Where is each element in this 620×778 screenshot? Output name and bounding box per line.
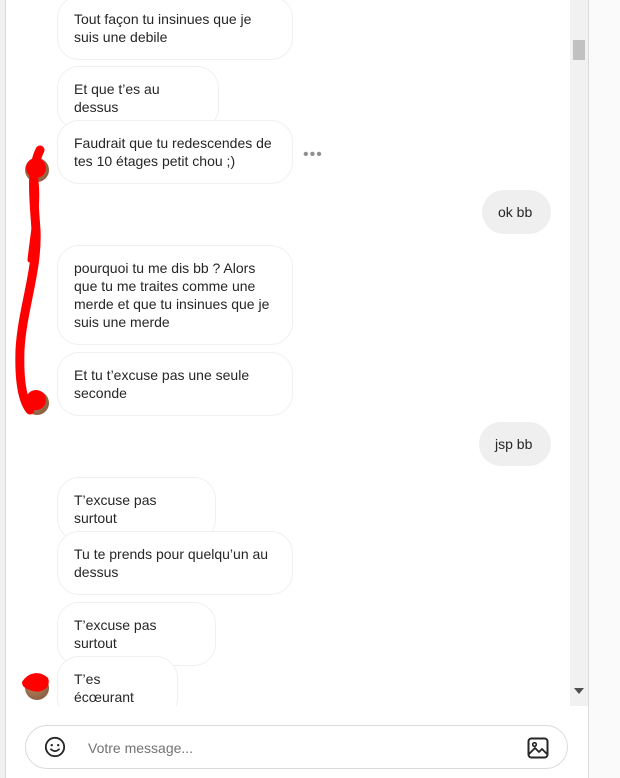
incoming-message: Et tu t’excuse pas une seule seconde bbox=[57, 352, 293, 416]
message-input[interactable] bbox=[86, 736, 510, 760]
incoming-message: Tout façon tu insinues que je suis une d… bbox=[57, 0, 293, 60]
scroll-down-arrow-icon[interactable] bbox=[574, 688, 584, 694]
contact-avatar[interactable] bbox=[25, 676, 49, 700]
more-horizontal-icon[interactable]: ••• bbox=[303, 146, 323, 164]
contact-avatar[interactable] bbox=[25, 391, 49, 415]
outgoing-message: jsp bb bbox=[479, 422, 551, 466]
emoji-icon[interactable] bbox=[44, 736, 66, 758]
message-thread[interactable]: Tout façon tu insinues que je suis une d… bbox=[5, 0, 570, 706]
incoming-message: pourquoi tu me dis bb ? Alors que tu me … bbox=[57, 245, 293, 345]
contact-avatar[interactable] bbox=[25, 158, 49, 182]
image-icon[interactable] bbox=[526, 736, 550, 760]
outgoing-message: ok bb bbox=[482, 190, 551, 234]
incoming-message: Faudrait que tu redescendes de tes 10 ét… bbox=[57, 120, 293, 184]
incoming-message: Tu te prends pour quelqu’un au dessus bbox=[57, 531, 293, 595]
scroll-thumb[interactable] bbox=[573, 40, 585, 60]
side-panel-edge bbox=[588, 0, 620, 778]
thread-scrollbar[interactable] bbox=[570, 0, 588, 706]
incoming-message: T’es écœurant bbox=[57, 656, 178, 706]
message-composer bbox=[25, 725, 568, 769]
